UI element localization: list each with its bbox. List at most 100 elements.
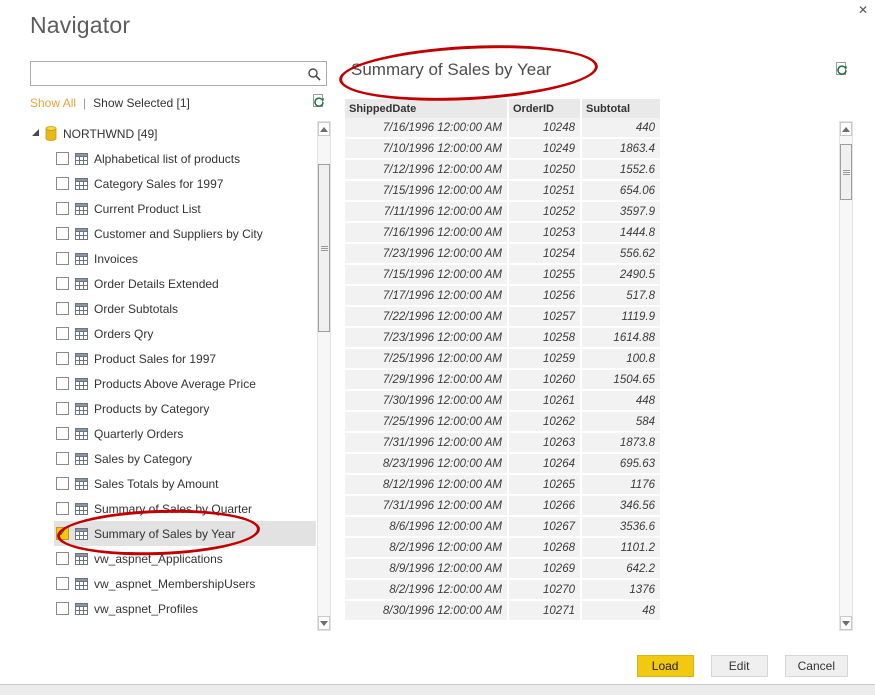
tree-item[interactable]: Quarterly Orders <box>30 421 316 446</box>
preview-scroll-track[interactable] <box>840 136 852 616</box>
scroll-down-icon[interactable] <box>840 616 852 630</box>
tree-item[interactable]: Products by Category <box>30 396 316 421</box>
tree-item-label: Summary of Sales by Year <box>94 527 235 541</box>
cell-shippeddate: 8/6/1996 12:00:00 AM <box>345 517 509 538</box>
tree-root-database[interactable]: NORTHWND [49] <box>30 121 316 146</box>
tree-item[interactable]: vw_aspnet_Applications <box>30 546 316 571</box>
checkbox[interactable] <box>56 502 69 515</box>
search-input[interactable] <box>31 62 302 85</box>
cell-shippeddate: 7/31/1996 12:00:00 AM <box>345 433 509 454</box>
checkbox[interactable] <box>56 402 69 415</box>
checkbox[interactable] <box>56 477 69 490</box>
tree-item[interactable]: Sales by Category <box>30 446 316 471</box>
filter-links: Show All | Show Selected [1] <box>30 96 190 110</box>
checkbox[interactable] <box>56 352 69 365</box>
checkbox[interactable] <box>56 552 69 565</box>
checkbox[interactable] <box>56 227 69 240</box>
checkbox[interactable] <box>56 277 69 290</box>
tree-item[interactable]: Sales Totals by Amount <box>30 471 316 496</box>
tree-item[interactable]: Order Subtotals <box>30 296 316 321</box>
tree-item[interactable]: Products Above Average Price <box>30 371 316 396</box>
scroll-up-icon[interactable] <box>318 122 330 136</box>
preview-scrollbar[interactable] <box>839 121 853 631</box>
cell-subtotal: 1504.65 <box>582 370 662 391</box>
tree-children: Alphabetical list of products Category S… <box>30 146 316 621</box>
tree-item[interactable]: Product Sales for 1997 <box>30 346 316 371</box>
table-icon <box>75 453 88 465</box>
cancel-button[interactable]: Cancel <box>785 655 848 677</box>
table-icon <box>75 253 88 265</box>
table-icon <box>75 528 88 540</box>
cell-subtotal: 3536.6 <box>582 517 662 538</box>
tree-item-label: Product Sales for 1997 <box>94 352 216 366</box>
checkbox[interactable] <box>56 602 69 615</box>
table-row: 8/23/1996 12:00:00 AM 10264 695.63 <box>345 454 667 475</box>
checkbox[interactable] <box>56 452 69 465</box>
checkbox[interactable] <box>56 177 69 190</box>
checkbox[interactable] <box>56 252 69 265</box>
tree-item[interactable]: Orders Qry <box>30 321 316 346</box>
tree-scroll-track[interactable] <box>318 136 330 616</box>
tree-item-label: Summary of Sales by Quarter <box>94 502 252 516</box>
close-icon[interactable]: ✕ <box>858 3 868 17</box>
tree-scrollbar[interactable] <box>317 121 331 631</box>
table-row: 7/29/1996 12:00:00 AM 10260 1504.65 <box>345 370 667 391</box>
preview-refresh-icon[interactable] <box>833 61 850 83</box>
cell-orderid: 10269 <box>509 559 582 580</box>
table-row: 7/31/1996 12:00:00 AM 10266 346.56 <box>345 496 667 517</box>
checkbox[interactable] <box>56 377 69 390</box>
table-row: 8/12/1996 12:00:00 AM 10265 1176 <box>345 475 667 496</box>
checkbox[interactable] <box>56 202 69 215</box>
checkbox[interactable] <box>56 427 69 440</box>
cell-shippeddate: 7/10/1996 12:00:00 AM <box>345 139 509 160</box>
cell-shippeddate: 7/16/1996 12:00:00 AM <box>345 118 509 139</box>
checkbox[interactable] <box>56 302 69 315</box>
cell-orderid: 10270 <box>509 580 582 601</box>
checkbox[interactable] <box>56 327 69 340</box>
show-selected-link[interactable]: Show Selected [1] <box>93 96 190 110</box>
tree-scroll-thumb[interactable] <box>318 164 330 332</box>
table-row: 8/2/1996 12:00:00 AM 10268 1101.2 <box>345 538 667 559</box>
tree-item[interactable]: Order Details Extended <box>30 271 316 296</box>
checkbox[interactable]: ✓ <box>56 527 69 540</box>
database-icon <box>45 126 57 141</box>
column-header-shippeddate[interactable]: ShippedDate <box>345 99 509 118</box>
checkbox[interactable] <box>56 577 69 590</box>
cell-shippeddate: 7/25/1996 12:00:00 AM <box>345 349 509 370</box>
tree-item[interactable]: Customer and Suppliers by City <box>30 221 316 246</box>
cell-orderid: 10253 <box>509 223 582 244</box>
tree-item-label: Products Above Average Price <box>94 377 256 391</box>
tree-item[interactable]: Summary of Sales by Quarter <box>30 496 316 521</box>
preview-scroll-thumb[interactable] <box>840 144 852 200</box>
cell-shippeddate: 7/25/1996 12:00:00 AM <box>345 412 509 433</box>
expand-arrow-icon[interactable] <box>32 129 39 136</box>
cell-orderid: 10254 <box>509 244 582 265</box>
load-button[interactable]: Load <box>637 655 694 677</box>
table-icon <box>75 178 88 190</box>
column-header-subtotal[interactable]: Subtotal <box>582 99 662 118</box>
tree-item[interactable]: Alphabetical list of products <box>30 146 316 171</box>
search-icon[interactable] <box>302 62 326 85</box>
table-row: 7/16/1996 12:00:00 AM 10248 440 <box>345 118 667 139</box>
cell-shippeddate: 8/2/1996 12:00:00 AM <box>345 538 509 559</box>
tree-item[interactable]: Invoices <box>30 246 316 271</box>
table-row: 7/22/1996 12:00:00 AM 10257 1119.9 <box>345 307 667 328</box>
tree-item[interactable]: ✓ Summary of Sales by Year <box>30 521 316 546</box>
scroll-up-icon[interactable] <box>840 122 852 136</box>
tree-item[interactable]: vw_aspnet_Profiles <box>30 596 316 621</box>
tree-item[interactable]: Current Product List <box>30 196 316 221</box>
cell-subtotal: 1119.9 <box>582 307 662 328</box>
cell-shippeddate: 7/17/1996 12:00:00 AM <box>345 286 509 307</box>
edit-button[interactable]: Edit <box>711 655 768 677</box>
column-header-orderid[interactable]: OrderID <box>509 99 582 118</box>
scroll-down-icon[interactable] <box>318 616 330 630</box>
tree-item[interactable]: Category Sales for 1997 <box>30 171 316 196</box>
tree-item[interactable]: vw_aspnet_MembershipUsers <box>30 571 316 596</box>
checkbox[interactable] <box>56 152 69 165</box>
refresh-icon[interactable] <box>310 93 327 115</box>
cell-subtotal: 48 <box>582 601 662 622</box>
cell-orderid: 10251 <box>509 181 582 202</box>
show-all-link[interactable]: Show All <box>30 96 76 110</box>
tree-item-label: Sales by Category <box>94 452 192 466</box>
cell-shippeddate: 8/23/1996 12:00:00 AM <box>345 454 509 475</box>
